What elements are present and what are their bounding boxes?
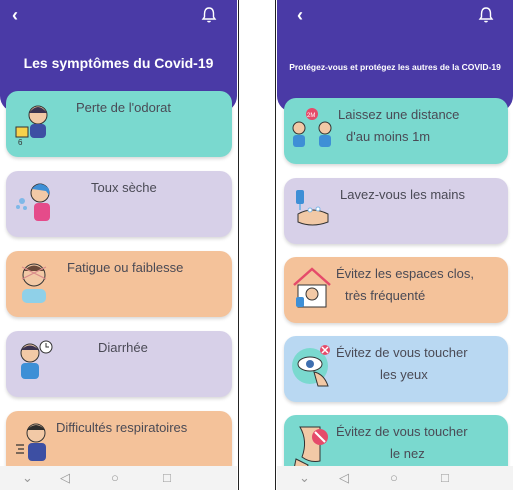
chevron-down-icon[interactable]: ⌄ — [299, 470, 310, 486]
svg-text:2M: 2M — [307, 113, 315, 119]
home-circle-icon[interactable]: ○ — [390, 470, 398, 486]
chevron-left-icon[interactable]: ‹ — [297, 5, 303, 25]
prevention-label-line2: les yeux — [380, 367, 428, 382]
chevron-left-icon[interactable]: ‹ — [12, 5, 18, 25]
bell-icon[interactable] — [478, 6, 494, 24]
chevron-down-icon[interactable]: ⌄ — [22, 470, 33, 486]
back-triangle-icon[interactable]: ◁ — [339, 470, 349, 486]
system-navbar: ⌄ ◁ ○ □ — [0, 466, 237, 490]
back-triangle-icon[interactable]: ◁ — [60, 470, 70, 486]
prevention-card-eyes[interactable]: Évitez de vous toucher les yeux — [284, 336, 508, 402]
panel-divider — [238, 0, 239, 490]
home-circle-icon[interactable]: ○ — [111, 470, 119, 486]
prevention-card-avoid-crowds[interactable]: Évitez les espaces clos, très fréquenté — [284, 257, 508, 323]
symptom-label: Toux sèche — [91, 180, 157, 195]
bell-icon[interactable] — [201, 6, 217, 24]
prevention-screen: ‹ Protégez-vous et protégez les autres d… — [277, 0, 513, 490]
symptom-card-diarrhea[interactable]: Diarrhée — [6, 331, 232, 397]
symptom-label: Difficultés respiratoires — [56, 420, 188, 435]
page-title: Les symptômes du Covid-19 — [23, 55, 214, 71]
symptom-label: Diarrhée — [98, 340, 148, 355]
prevention-label-line2: le nez — [390, 446, 425, 461]
svg-text:6: 6 — [18, 138, 23, 147]
prevention-label-line1: Laissez une distance — [338, 107, 460, 122]
dry-cough-icon — [16, 183, 50, 221]
social-distance-icon: 2M — [292, 108, 332, 147]
recents-square-icon[interactable]: □ — [441, 470, 449, 486]
prevention-label-line1: Lavez-vous les mains — [340, 187, 465, 202]
house-icon — [293, 267, 331, 308]
symptoms-screen: ‹ Les symptômes du Covid-19 6 Perte de l… — [0, 0, 237, 490]
panel-divider — [275, 0, 276, 490]
prevention-header: ‹ Protégez-vous et protégez les autres d… — [277, 0, 513, 112]
prevention-card-wash-hands[interactable]: Lavez-vous les mains — [284, 178, 508, 244]
prevention-label-line1: Évitez les espaces clos, — [336, 266, 475, 281]
prevention-card-distance[interactable]: 2M Laissez une distance d'au moins 1m — [284, 98, 508, 164]
screenshot-stage: ‹ Les symptômes du Covid-19 6 Perte de l… — [0, 0, 513, 490]
loss-of-smell-icon: 6 — [15, 105, 48, 147]
fatigue-icon — [21, 263, 47, 303]
nose-touch-icon — [293, 426, 328, 471]
system-navbar: ⌄ ◁ ○ □ — [277, 466, 513, 490]
hand-washing-icon — [296, 190, 329, 226]
prevention-label-line2: d'au moins 1m — [346, 129, 431, 144]
prevention-label-line2: très fréquenté — [345, 288, 426, 303]
eye-touch-icon — [292, 345, 330, 387]
symptom-label: Perte de l'odorat — [76, 100, 171, 115]
page-title: Protégez-vous et protégez les autres de … — [289, 62, 501, 72]
symptom-card-fatigue[interactable]: Fatigue ou faiblesse — [6, 251, 232, 317]
breathing-difficulty-icon — [16, 423, 46, 461]
diarrhea-icon — [20, 340, 53, 379]
prevention-label-line1: Évitez de vous toucher — [336, 345, 468, 360]
prevention-label-line1: Évitez de vous toucher — [336, 424, 468, 439]
symptom-card-smell[interactable]: 6 Perte de l'odorat — [6, 91, 232, 157]
recents-square-icon[interactable]: □ — [163, 470, 171, 486]
symptom-card-cough[interactable]: Toux sèche — [6, 171, 232, 237]
symptom-label: Fatigue ou faiblesse — [67, 260, 184, 275]
